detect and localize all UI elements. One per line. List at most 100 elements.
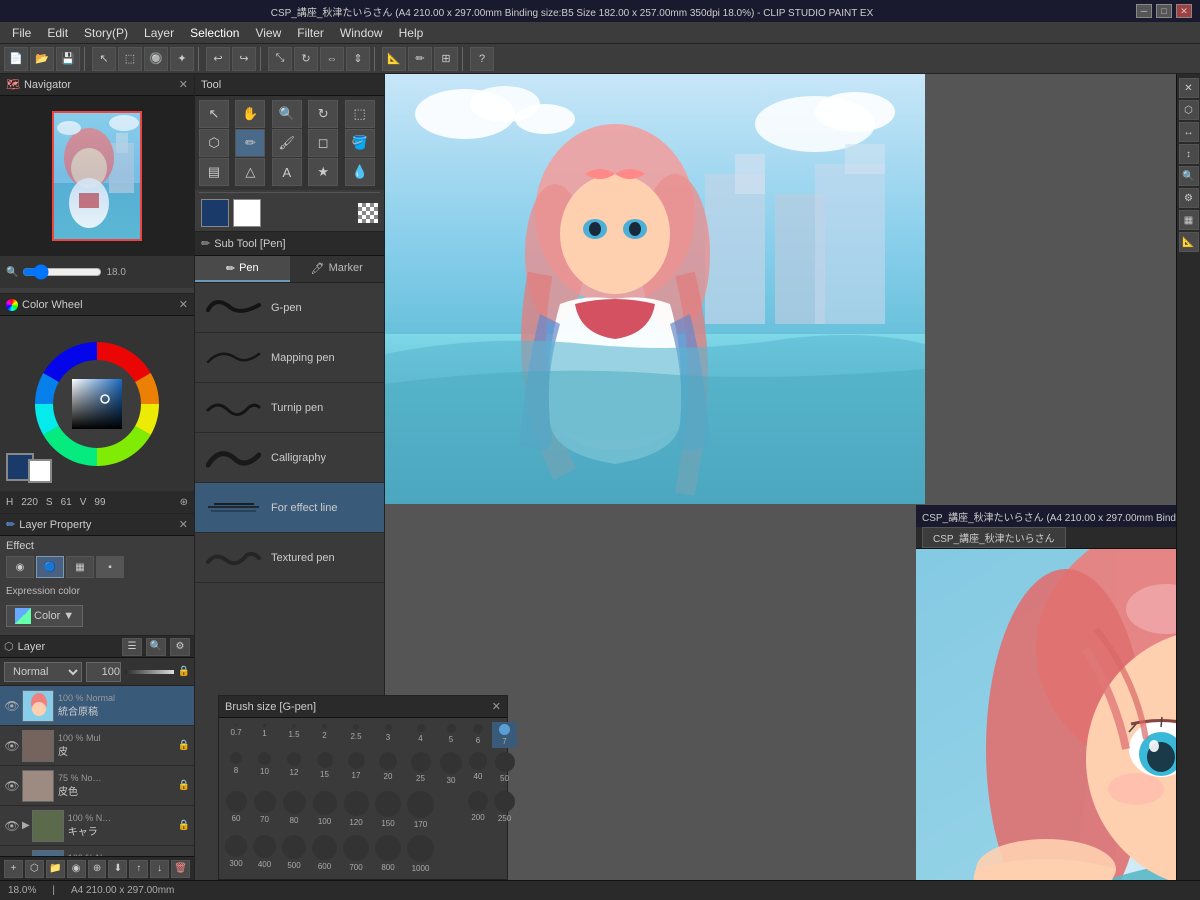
- toolbar-select-auto[interactable]: ✦: [170, 47, 194, 71]
- close-button[interactable]: ✕: [1176, 4, 1192, 18]
- effect-border-btn[interactable]: ◉: [6, 556, 34, 578]
- right-tool-8[interactable]: 📐: [1179, 232, 1199, 252]
- toolbar-pen[interactable]: ✏: [408, 47, 432, 71]
- color-picker-icon[interactable]: ⊛: [180, 497, 188, 508]
- menu-selection[interactable]: Selection: [182, 24, 247, 42]
- brush-size-10[interactable]: 10: [251, 750, 278, 787]
- brush-size-17[interactable]: 17: [341, 750, 371, 787]
- right-tool-2[interactable]: ⬡: [1179, 100, 1199, 120]
- layer-item[interactable]: 👁 100 % Mul 皮 🔒: [0, 726, 194, 766]
- tool-selection[interactable]: ↖: [199, 100, 229, 128]
- layer-add-raster[interactable]: +: [4, 860, 23, 878]
- opacity-slider[interactable]: [125, 670, 174, 674]
- right-tool-7[interactable]: ▦: [1179, 210, 1199, 230]
- layer-property-close[interactable]: ✕: [179, 518, 188, 531]
- active-color-bg[interactable]: [233, 199, 261, 227]
- brush-item-effectline[interactable]: For effect line: [195, 483, 384, 533]
- layer-panel-menu[interactable]: ☰: [122, 638, 142, 656]
- layer-add-vector[interactable]: ⬡: [25, 860, 44, 878]
- toolbar-transform[interactable]: ⤡: [268, 47, 292, 71]
- toolbar-flip-h[interactable]: ⇔: [320, 47, 344, 71]
- menu-edit[interactable]: Edit: [39, 24, 76, 42]
- layer-duplicate[interactable]: ⊕: [88, 860, 107, 878]
- effect-tones-btn[interactable]: ▪: [96, 556, 124, 578]
- toolbar-new[interactable]: 📄: [4, 47, 28, 71]
- layer-item[interactable]: 👁 100 % Normal 統合原稿: [0, 686, 194, 726]
- layer-add-mask[interactable]: ◉: [67, 860, 86, 878]
- layer-add-folder[interactable]: 📁: [46, 860, 65, 878]
- tool-zoom[interactable]: 🔍: [272, 100, 302, 128]
- tool-brush[interactable]: 🖌: [272, 129, 302, 157]
- zoom-slider[interactable]: [22, 264, 102, 280]
- layer-visibility-1[interactable]: 👁: [4, 738, 20, 754]
- toolbar-flip-v[interactable]: ⇕: [346, 47, 370, 71]
- layer-merge[interactable]: ⬇: [108, 860, 127, 878]
- layer-settings-btn[interactable]: ⚙: [170, 638, 190, 656]
- second-canvas-tab[interactable]: CSP_講座_秋津たいらさん: [922, 527, 1066, 548]
- effect-texture-btn[interactable]: ▦: [66, 556, 94, 578]
- right-tool-1[interactable]: ✕: [1179, 78, 1199, 98]
- second-canvas-image[interactable]: [916, 549, 1176, 880]
- brush-size-0.7[interactable]: 0.7: [223, 722, 249, 748]
- tool-text[interactable]: A: [272, 158, 302, 186]
- brush-size-30[interactable]: 30: [438, 750, 464, 787]
- layer-delete[interactable]: 🗑: [171, 860, 190, 878]
- brush-size-40[interactable]: 40: [466, 750, 490, 787]
- toolbar-cursor[interactable]: ↖: [92, 47, 116, 71]
- brush-size-2.5[interactable]: 2.5: [341, 722, 371, 748]
- menu-file[interactable]: File: [4, 24, 39, 42]
- tab-pen[interactable]: ✏ Pen: [195, 256, 290, 282]
- color-panel-close[interactable]: ✕: [179, 298, 188, 311]
- brush-size-800[interactable]: 800: [373, 833, 403, 875]
- tool-select-lasso[interactable]: ⬡: [199, 129, 229, 157]
- tool-gradient[interactable]: ▤: [199, 158, 229, 186]
- right-tool-6[interactable]: ⚙: [1179, 188, 1199, 208]
- layer-move-up[interactable]: ↑: [129, 860, 148, 878]
- layer-group-arrow-3[interactable]: ▶: [22, 820, 30, 831]
- tool-rotate[interactable]: ↻: [308, 100, 338, 128]
- toolbar-rotate[interactable]: ↻: [294, 47, 318, 71]
- toolbar-undo[interactable]: ↩: [206, 47, 230, 71]
- brush-size-1.5[interactable]: 1.5: [280, 722, 308, 748]
- brush-size-5[interactable]: 5: [438, 722, 464, 748]
- menu-view[interactable]: View: [247, 24, 289, 42]
- right-tool-3[interactable]: ↔: [1179, 122, 1199, 142]
- brush-size-700[interactable]: 700: [341, 833, 371, 875]
- brush-size-15[interactable]: 15: [310, 750, 339, 787]
- right-tool-5[interactable]: 🔍: [1179, 166, 1199, 186]
- toolbar-ruler[interactable]: 📐: [382, 47, 406, 71]
- brush-size-8[interactable]: 8: [223, 750, 249, 787]
- menu-filter[interactable]: Filter: [289, 24, 332, 42]
- second-canvas-titlebar[interactable]: CSP_講座_秋津たいらさん (A4 210.00 x 297.00mm Bin…: [916, 505, 1176, 527]
- toolbar-open[interactable]: 📂: [30, 47, 54, 71]
- menu-help[interactable]: Help: [391, 24, 432, 42]
- transparent-color[interactable]: [358, 203, 378, 223]
- brush-size-1000[interactable]: 1000: [405, 833, 436, 875]
- brush-size-4[interactable]: 4: [405, 722, 436, 748]
- layer-item[interactable]: 👁 ▶ 100 % N… キャラ 🔒: [0, 806, 194, 846]
- toolbar-help[interactable]: ?: [470, 47, 494, 71]
- minimize-button[interactable]: ─: [1136, 4, 1152, 18]
- brush-size-100[interactable]: 100: [310, 789, 339, 831]
- tool-select-rect[interactable]: ⬚: [345, 100, 375, 128]
- brush-size-120[interactable]: 120: [341, 789, 371, 831]
- layer-item[interactable]: 👁 ▶ 100 % N… 背景 🔒: [0, 846, 194, 856]
- background-color[interactable]: [28, 459, 52, 483]
- color-mode-btn[interactable]: Color ▼: [6, 605, 83, 627]
- tab-marker[interactable]: 🖊 Marker: [290, 256, 385, 282]
- brush-size-250[interactable]: 250: [492, 789, 517, 831]
- layer-move-down[interactable]: ↓: [150, 860, 169, 878]
- brush-size-25[interactable]: 25: [405, 750, 436, 787]
- maximize-button[interactable]: □: [1156, 4, 1172, 18]
- layer-visibility-3[interactable]: 👁: [4, 818, 20, 834]
- brush-size-150[interactable]: 150: [373, 789, 403, 831]
- brush-size-500[interactable]: 500: [280, 833, 308, 875]
- toolbar-select-lasso[interactable]: 🔘: [144, 47, 168, 71]
- brush-size-400[interactable]: 400: [251, 833, 278, 875]
- effect-watercolor-btn[interactable]: 🔵: [36, 556, 64, 578]
- tool-fill[interactable]: 🪣: [345, 129, 375, 157]
- tool-hand[interactable]: ✋: [235, 100, 265, 128]
- tool-color-pick[interactable]: 💧: [345, 158, 375, 186]
- navigator-close[interactable]: ✕: [179, 78, 188, 91]
- tool-eraser[interactable]: ◻: [308, 129, 338, 157]
